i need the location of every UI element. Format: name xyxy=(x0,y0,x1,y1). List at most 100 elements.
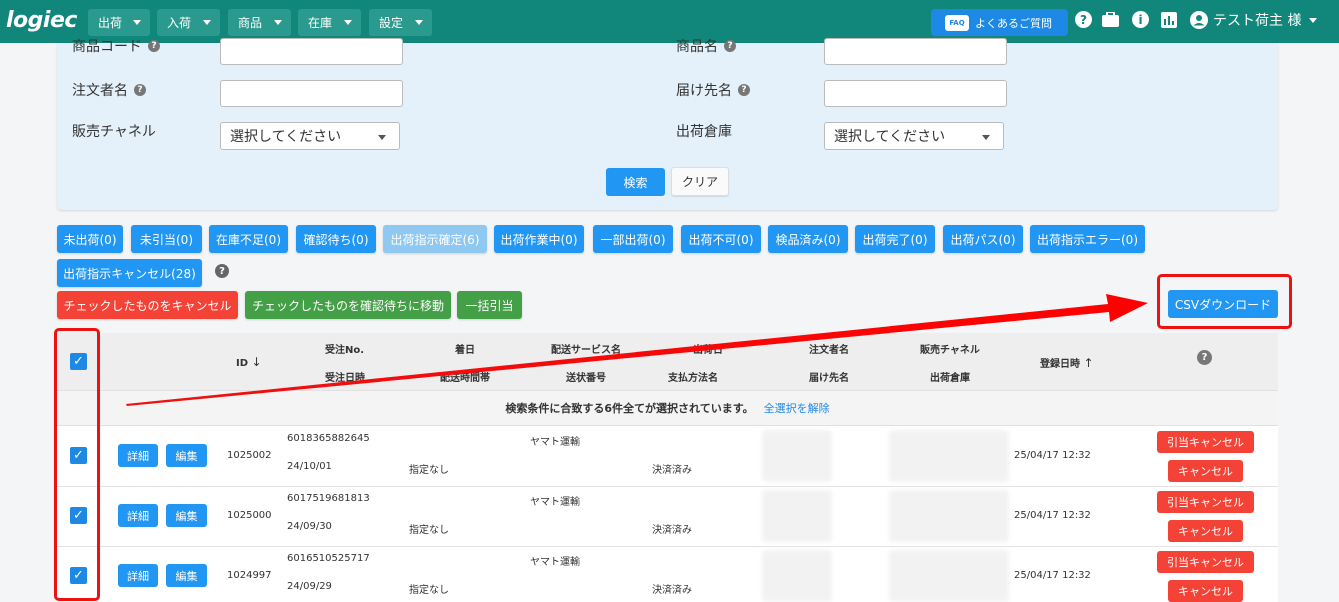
row-time-slot: 指定なし xyxy=(409,525,449,536)
row-payment: 決済済み xyxy=(652,465,692,476)
bar-chart-icon[interactable] xyxy=(1160,11,1177,28)
bulk-allocate-button[interactable]: 一括引当 xyxy=(457,291,522,319)
row-order-no: 6017519681813 xyxy=(287,493,370,504)
header-payment-method: 支払方法名 xyxy=(668,373,718,384)
detail-button[interactable]: 詳細 xyxy=(118,564,158,587)
recipient-name-label: 届け先名? xyxy=(676,80,750,100)
recipient-name-input[interactable] xyxy=(824,80,1007,107)
sort-up-icon: ↑ xyxy=(1083,356,1094,370)
status-in-progress-button[interactable]: 出荷作業中(0) xyxy=(494,225,584,253)
sales-channel-label: 販売チャネル xyxy=(72,124,156,140)
status-instruction-confirmed-button[interactable]: 出荷指示確定(6) xyxy=(383,225,487,253)
faq-button[interactable]: FAQ よくあるご質問 xyxy=(931,9,1068,36)
status-awaiting-confirmation-button[interactable]: 確認待ち(0) xyxy=(296,225,376,253)
allocation-cancel-button[interactable]: 引当キャンセル xyxy=(1157,551,1254,573)
header-id[interactable]: ID ↓ xyxy=(236,355,262,369)
user-menu[interactable]: テスト荷主 様 xyxy=(1190,10,1318,30)
status-unallocated-button[interactable]: 未引当(0) xyxy=(131,225,202,253)
warehouse-select[interactable]: 選択してください xyxy=(824,122,1004,150)
row-registered-at: 25/04/17 12:32 xyxy=(1014,510,1091,521)
edit-button[interactable]: 編集 xyxy=(166,504,207,527)
allocation-cancel-button[interactable]: 引当キャンセル xyxy=(1157,431,1254,453)
chevron-down-icon xyxy=(415,20,423,25)
header-order-no: 受注No. xyxy=(325,345,365,356)
search-button[interactable]: 検索 xyxy=(606,168,665,196)
cancel-button[interactable]: キャンセル xyxy=(1168,580,1243,602)
cancel-button[interactable]: キャンセル xyxy=(1168,460,1243,482)
info-icon[interactable]: i xyxy=(1132,11,1149,28)
user-name: テスト荷主 様 xyxy=(1213,13,1302,29)
row-registered-at: 25/04/17 12:32 xyxy=(1014,570,1091,581)
detail-button[interactable]: 詳細 xyxy=(118,504,158,527)
header-time-slot: 配送時間帯 xyxy=(440,373,490,384)
briefcase-icon[interactable] xyxy=(1102,11,1119,28)
status-error-button[interactable]: 出荷指示エラー(0) xyxy=(1030,225,1145,253)
edit-button[interactable]: 編集 xyxy=(166,564,207,587)
help-icon[interactable]: ? xyxy=(134,84,146,96)
table-row: ✓ 詳細 編集 1025000 6017519681813 24/09/30 指… xyxy=(57,487,1278,547)
sales-channel-select[interactable]: 選択してください xyxy=(220,122,400,150)
status-partial-shipped-button[interactable]: 一部出荷(0) xyxy=(593,225,673,253)
nav-inventory-menu[interactable]: 在庫 xyxy=(298,9,361,36)
row-time-slot: 指定なし xyxy=(409,465,449,476)
edit-button[interactable]: 編集 xyxy=(166,444,207,467)
status-cancelled-button[interactable]: 出荷指示キャンセル(28) xyxy=(57,259,202,287)
chevron-down-icon xyxy=(344,20,352,25)
orderer-name-label: 注文者名? xyxy=(72,80,146,100)
move-to-awaiting-button[interactable]: チェックしたものを確認待ちに移動 xyxy=(245,291,451,319)
redacted-channel xyxy=(889,550,1009,602)
header-ship-date: 出荷日 xyxy=(693,345,723,356)
logiec-logo[interactable]: logiec xyxy=(6,8,77,33)
chevron-down-icon xyxy=(1309,17,1318,23)
orderer-name-input[interactable] xyxy=(220,80,403,107)
row-order-date: 24/09/29 xyxy=(287,581,332,592)
orders-table: ✓ ID ↓ 受注No. 受注日時 着日 配送時間帯 配送サービス名 送状番号 … xyxy=(57,333,1278,602)
table-row: ✓ 詳細 編集 1024997 6016510525717 24/09/29 指… xyxy=(57,547,1278,602)
warehouse-label: 出荷倉庫 xyxy=(676,124,732,140)
status-inspected-button[interactable]: 検品済み(0) xyxy=(768,225,848,253)
status-unshippable-button[interactable]: 出荷不可(0) xyxy=(681,225,761,253)
annotation-csv-highlight xyxy=(1157,274,1292,329)
row-registered-at: 25/04/17 12:32 xyxy=(1014,450,1091,461)
chevron-down-icon xyxy=(274,20,282,25)
redacted-channel xyxy=(889,490,1009,542)
product-code-label: 商品コード? xyxy=(72,36,160,56)
allocation-cancel-button[interactable]: 引当キャンセル xyxy=(1157,491,1254,513)
header-order-date: 受注日時 xyxy=(325,373,365,384)
header-sales-channel: 販売チャネル xyxy=(920,345,980,356)
table-row: ✓ 詳細 編集 1025002 6018365882645 24/10/01 指… xyxy=(57,427,1278,487)
header-registered-at[interactable]: 登録日時 ↑ xyxy=(1040,355,1094,370)
sort-down-icon: ↓ xyxy=(251,355,262,369)
status-shipped-complete-button[interactable]: 出荷完了(0) xyxy=(855,225,935,253)
cancel-checked-button[interactable]: チェックしたものをキャンセル xyxy=(57,291,238,319)
nav-products-menu[interactable]: 商品 xyxy=(228,9,291,36)
header-tracking-no: 送状番号 xyxy=(566,373,606,384)
help-icon[interactable]: ? xyxy=(738,84,750,96)
status-unshipped-button[interactable]: 未出荷(0) xyxy=(57,225,123,253)
product-code-input[interactable] xyxy=(220,38,403,65)
nav-settings-menu[interactable]: 設定 xyxy=(369,9,432,36)
help-icon[interactable]: ? xyxy=(1197,350,1212,365)
row-delivery-service: ヤマト運輸 xyxy=(530,497,580,508)
detail-button[interactable]: 詳細 xyxy=(118,444,158,467)
header-arrival-date: 着日 xyxy=(455,345,475,356)
selection-banner: 検索条件に合致する6件全てが選択されています。 全選択を解除 xyxy=(57,390,1278,426)
nav-shipping-menu[interactable]: 出荷 xyxy=(88,9,150,36)
nav-receiving-menu[interactable]: 入荷 xyxy=(157,9,220,36)
status-pass-button[interactable]: 出荷パス(0) xyxy=(943,225,1023,253)
product-name-input[interactable] xyxy=(824,38,1007,65)
deselect-all-link[interactable]: 全選択を解除 xyxy=(764,400,830,416)
help-icon[interactable]: ? xyxy=(1075,11,1092,28)
redacted-orderer xyxy=(762,490,832,542)
row-id: 1025000 xyxy=(227,510,272,521)
help-icon[interactable]: ? xyxy=(724,40,736,52)
status-out-of-stock-button[interactable]: 在庫不足(0) xyxy=(209,225,288,253)
header-orderer-name: 注文者名 xyxy=(809,345,849,356)
help-icon[interactable]: ? xyxy=(215,264,229,278)
clear-button[interactable]: クリア xyxy=(671,167,729,196)
row-payment: 決済済み xyxy=(652,525,692,536)
row-delivery-service: ヤマト運輸 xyxy=(530,437,580,448)
help-icon[interactable]: ? xyxy=(148,40,160,52)
cancel-button[interactable]: キャンセル xyxy=(1168,520,1243,542)
redacted-channel xyxy=(889,430,1009,482)
